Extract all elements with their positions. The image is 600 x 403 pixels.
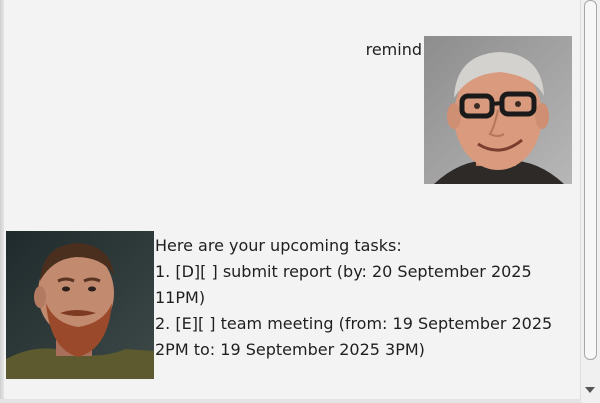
bot-message-line: 2PM to: 19 September 2025 3PM) <box>155 340 425 359</box>
bot-message-line: 1. [D][ ] submit report (by: 20 Septembe… <box>155 262 532 281</box>
bot-avatar <box>6 231 154 379</box>
chevron-down-icon[interactable] <box>585 387 595 393</box>
vertical-scrollbar[interactable] <box>580 0 600 403</box>
chat-window: remind Here are your upcoming tasks: 1. … <box>0 0 600 403</box>
bot-photo-icon <box>6 231 154 379</box>
user-avatar <box>424 36 572 184</box>
bot-message-line: Here are your upcoming tasks: <box>155 236 402 255</box>
user-photo-icon <box>424 36 572 184</box>
scrollbar-thumb[interactable] <box>584 0 597 360</box>
window-bottom-border <box>0 399 581 403</box>
dialog-container[interactable]: remind Here are your upcoming tasks: 1. … <box>4 0 580 403</box>
bot-message-line: 11PM) <box>155 288 206 307</box>
bot-message-line: 2. [E][ ] team meeting (from: 19 Septemb… <box>155 314 553 333</box>
user-message-text: remind <box>365 40 422 59</box>
bot-message-text: Here are your upcoming tasks: 1. [D][ ] … <box>155 233 575 363</box>
